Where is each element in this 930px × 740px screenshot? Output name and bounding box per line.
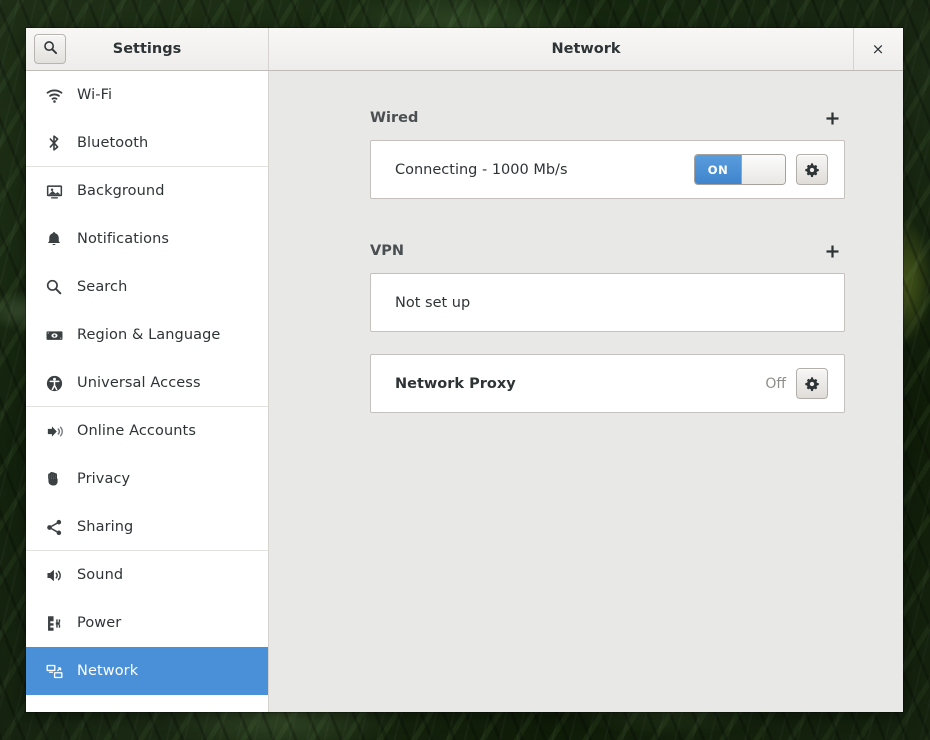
- wired-card: Connecting - 1000 Mb/s ON: [370, 140, 845, 199]
- sidebar-item-sharing[interactable]: Sharing: [26, 503, 268, 551]
- sidebar-item-label: Sound: [77, 567, 124, 583]
- wired-section-title: Wired: [370, 110, 419, 126]
- sidebar-item-search[interactable]: Search: [26, 263, 268, 311]
- proxy-row-controls: Off: [765, 368, 828, 399]
- sidebar-item-bluetooth[interactable]: Bluetooth: [26, 119, 268, 167]
- sidebar-item-label: Universal Access: [77, 375, 201, 391]
- sidebar-item-label: Background: [77, 183, 165, 199]
- sidebar-item-notifications[interactable]: Notifications: [26, 215, 268, 263]
- sidebar-item-universal-access[interactable]: Universal Access: [26, 359, 268, 407]
- close-button-area: ×: [853, 28, 903, 70]
- sidebar-item-label: Sharing: [77, 519, 134, 535]
- sidebar-item-network[interactable]: Network: [26, 647, 268, 695]
- wired-row-controls: ON: [694, 154, 828, 185]
- wired-settings-button[interactable]: [796, 154, 828, 185]
- vpn-status-label: Not set up: [395, 294, 471, 311]
- vpn-section-title: VPN: [370, 243, 404, 259]
- network-proxy-settings-button[interactable]: [796, 368, 828, 399]
- sidebar-item-label: Wi-Fi: [77, 87, 113, 103]
- vpn-card: Not set up: [370, 273, 845, 332]
- network-icon: [43, 660, 65, 682]
- background-icon: [43, 180, 65, 202]
- sidebar-item-wi-fi[interactable]: Wi-Fi: [26, 71, 268, 119]
- header-left-pane: Settings: [26, 28, 269, 70]
- close-button[interactable]: ×: [867, 38, 889, 60]
- wifi-icon: [43, 84, 65, 106]
- wired-section-header: Wired: [370, 107, 845, 129]
- sidebar-item-label: Notifications: [77, 231, 170, 247]
- wired-connection-row[interactable]: Connecting - 1000 Mb/s ON: [371, 141, 844, 198]
- hand-icon: [43, 468, 65, 490]
- network-proxy-card: Network Proxy Off: [370, 354, 845, 413]
- network-proxy-title: Network Proxy: [395, 375, 516, 392]
- online-accounts-icon: [43, 420, 65, 442]
- sidebar-item-sound[interactable]: Sound: [26, 551, 268, 599]
- window-body: Wi-Fi Bluetooth Background Notifications…: [26, 71, 903, 712]
- gear-icon: [805, 162, 819, 177]
- wired-toggle[interactable]: ON: [694, 154, 786, 185]
- sidebar-item-power[interactable]: Power: [26, 599, 268, 647]
- sidebar-item-label: Power: [77, 615, 122, 631]
- gear-icon: [805, 376, 819, 391]
- wired-toggle-knob: [741, 155, 785, 184]
- sidebar: Wi-Fi Bluetooth Background Notifications…: [26, 71, 269, 712]
- bluetooth-icon: [43, 132, 65, 154]
- search-icon: [43, 276, 65, 298]
- header-bar: Settings Network ×: [26, 28, 903, 71]
- network-proxy-state: Off: [765, 375, 786, 392]
- network-panel: Wired Connecting - 1000 Mb/s ON VPN Not …: [269, 71, 903, 712]
- sidebar-item-label: Search: [77, 279, 128, 295]
- accessibility-icon: [43, 372, 65, 394]
- sidebar-item-label: Network: [77, 663, 139, 679]
- plus-icon: [826, 245, 838, 257]
- sidebar-item-label: Online Accounts: [77, 423, 196, 439]
- speaker-icon: [43, 564, 65, 586]
- vpn-row[interactable]: Not set up: [371, 274, 844, 331]
- sidebar-item-label: Region & Language: [77, 327, 221, 343]
- header-right-pane: Network ×: [269, 28, 903, 70]
- network-proxy-row[interactable]: Network Proxy Off: [371, 355, 844, 412]
- bell-icon: [43, 228, 65, 250]
- search-icon: [43, 40, 58, 59]
- sidebar-item-region-and-language[interactable]: Region & Language: [26, 311, 268, 359]
- vpn-section-header: VPN: [370, 240, 845, 262]
- plus-icon: [826, 112, 838, 124]
- sidebar-item-label: Bluetooth: [77, 135, 149, 151]
- search-button[interactable]: [34, 34, 66, 64]
- sidebar-item-online-accounts[interactable]: Online Accounts: [26, 407, 268, 455]
- wired-toggle-on-label: ON: [695, 155, 741, 184]
- share-icon: [43, 516, 65, 538]
- add-vpn-button[interactable]: [819, 240, 845, 262]
- sidebar-item-privacy[interactable]: Privacy: [26, 455, 268, 503]
- add-wired-button[interactable]: [819, 107, 845, 129]
- sidebar-item-label: Privacy: [77, 471, 131, 487]
- power-plug-icon: [43, 612, 65, 634]
- settings-window: Settings Network × Wi-Fi Bluetooth Backg…: [26, 28, 903, 712]
- page-title: Network: [551, 41, 621, 57]
- flag-icon: [43, 324, 65, 346]
- sidebar-item-background[interactable]: Background: [26, 167, 268, 215]
- wired-status-label: Connecting - 1000 Mb/s: [395, 161, 568, 178]
